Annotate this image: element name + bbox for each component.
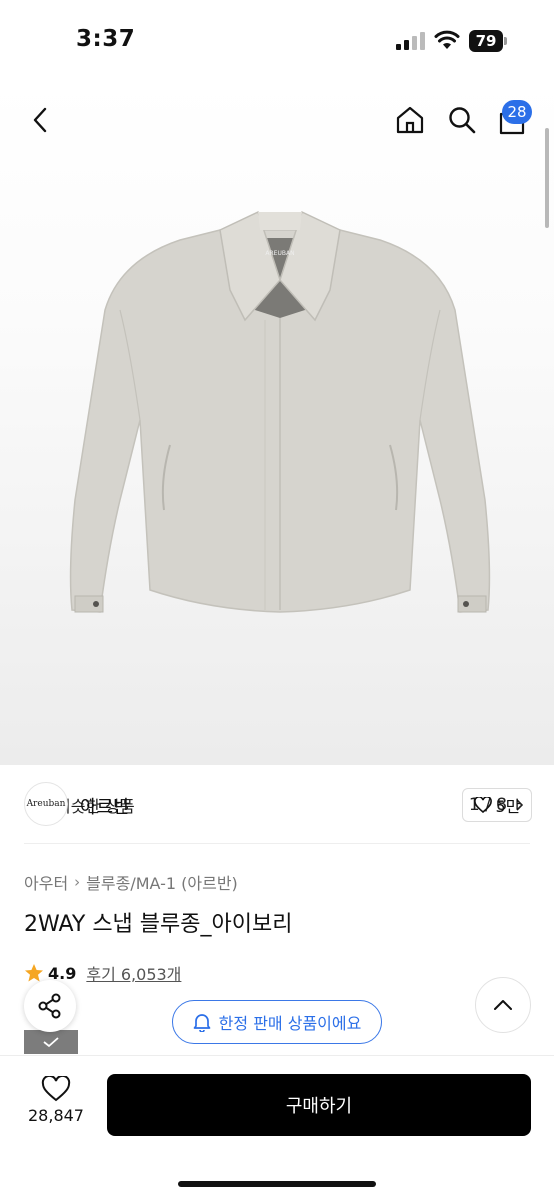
breadcrumb: 아우터 › 블루종/MA-1 (아르반): [24, 870, 238, 894]
brand-name[interactable]: 아르반: [80, 793, 130, 819]
scroll-to-top-button[interactable]: [475, 977, 531, 1033]
product-image-gallery[interactable]: AREUBAN 비슷한 상품 1 / 8: [0, 80, 554, 822]
buy-button[interactable]: 구매하기: [107, 1074, 531, 1136]
cellular-signal-icon: [396, 32, 425, 50]
product-title: 2WAY 스냅 블루종_아이보리: [24, 912, 293, 937]
search-button[interactable]: [442, 100, 482, 140]
check-icon: [43, 1037, 59, 1048]
battery-icon: 79: [469, 30, 507, 52]
share-icon: [38, 993, 61, 1019]
selected-thumbnail[interactable]: [24, 1030, 78, 1054]
scrollbar[interactable]: [545, 128, 549, 228]
brand-like-count: 5만: [495, 797, 521, 816]
star-icon: [25, 964, 43, 982]
battery-cap: [504, 37, 507, 45]
share-button[interactable]: [24, 980, 76, 1032]
wishlist-count: 28,847: [28, 1106, 84, 1125]
bell-icon: [193, 1014, 211, 1032]
divider: [24, 843, 530, 844]
status-bar: 3:37 79: [0, 0, 554, 80]
brand-logo[interactable]: Areuban: [24, 782, 68, 826]
limited-sale-label: 한정 판매 상품이에요: [218, 1014, 362, 1033]
home-button[interactable]: [390, 100, 430, 140]
cart-count-badge: 28: [502, 100, 532, 124]
bottom-purchase-bar: 28,847 구매하기: [0, 1055, 554, 1200]
breadcrumb-item[interactable]: 아우터: [24, 870, 68, 894]
chevron-right-icon: ›: [74, 873, 81, 891]
back-button[interactable]: [22, 100, 58, 140]
chevron-left-icon: [33, 107, 47, 133]
home-icon: [396, 106, 424, 134]
chevron-up-icon: [494, 1000, 512, 1010]
limited-sale-button[interactable]: 한정 판매 상품이에요: [172, 1000, 382, 1044]
status-time: 3:37: [76, 26, 136, 52]
search-icon: [449, 107, 476, 134]
heart-icon: [41, 1076, 71, 1102]
product-detail-page: 3:37 79 AREUBAN 비슷한 상품 1 / 8 28 Areuban …: [0, 0, 554, 1200]
jacket-brand-label: AREUBAN: [265, 250, 294, 257]
wishlist-button[interactable]: 28,847: [24, 1076, 88, 1140]
wifi-icon: [434, 30, 460, 49]
review-count-link[interactable]: 후기 6,053개: [86, 961, 181, 985]
product-jacket-image: AREUBAN: [69, 210, 491, 613]
battery-level: 79: [469, 30, 503, 52]
brand-row: Areuban 아르반 5만: [0, 765, 554, 845]
heart-icon: [473, 797, 492, 813]
breadcrumb-item[interactable]: 블루종/MA-1 (아르반): [86, 870, 238, 894]
home-indicator: [178, 1181, 376, 1187]
brand-like-button[interactable]: 5만: [462, 788, 532, 822]
